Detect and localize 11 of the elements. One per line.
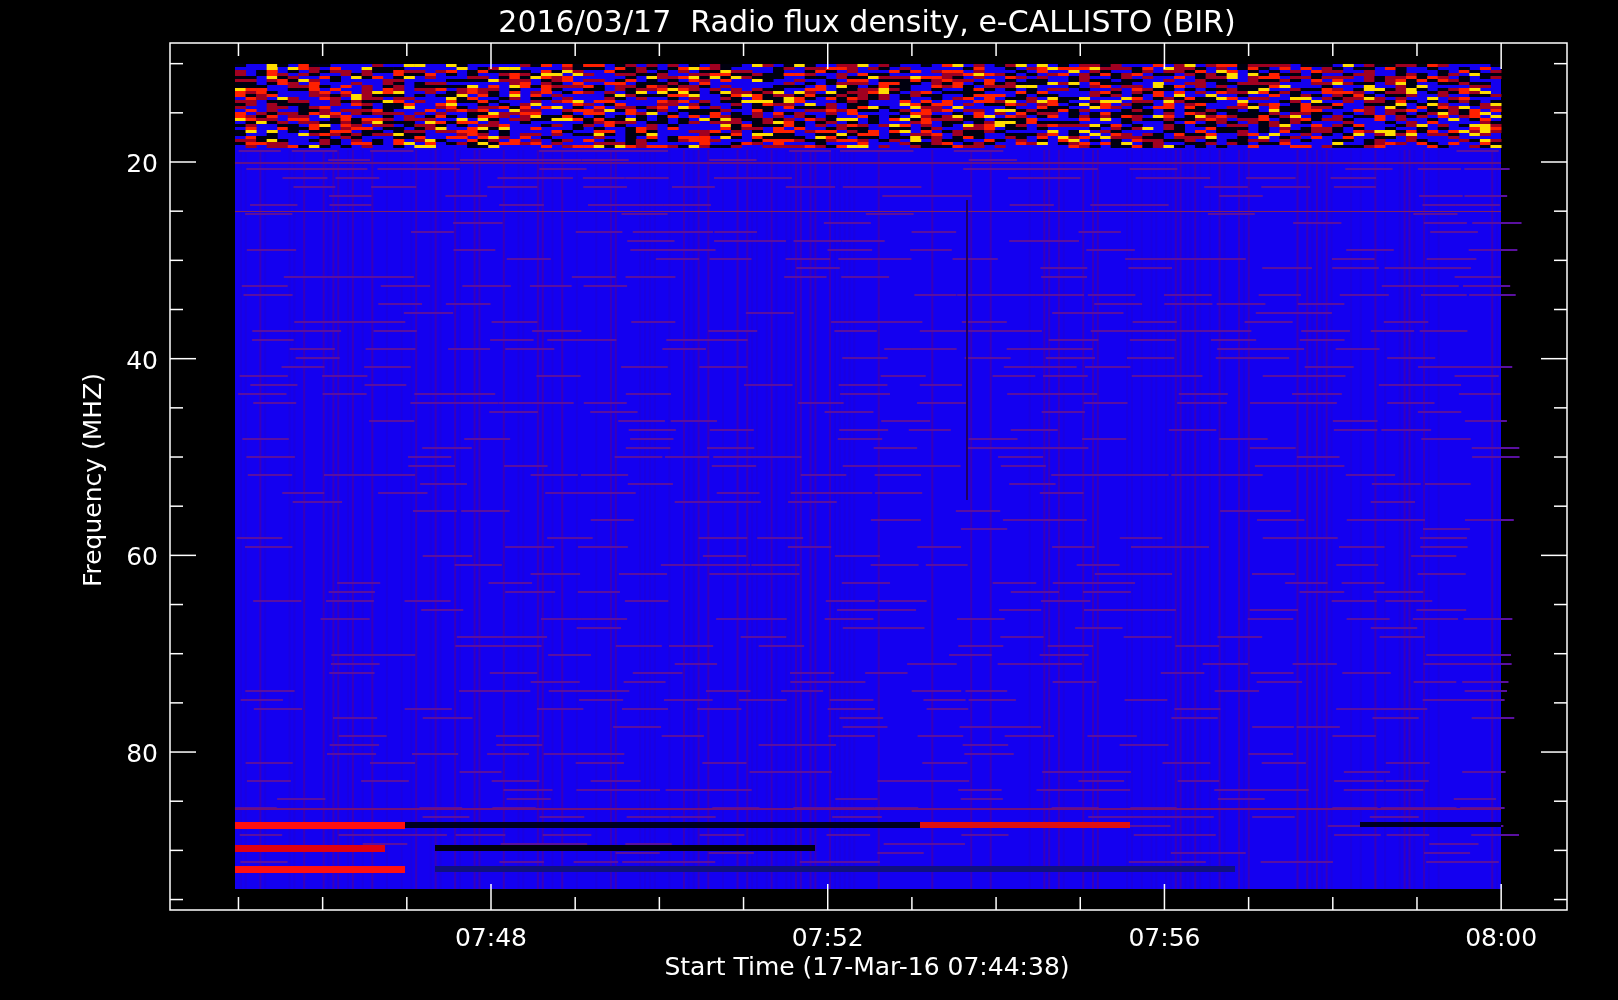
x-tick-label: 08:00 [1465, 923, 1538, 952]
y-tick-label: 40 [126, 345, 158, 375]
x-tick-label: 07:52 [791, 923, 864, 952]
y-axis-label: Frequency (MHZ) [78, 372, 107, 588]
y-tick-label: 20 [126, 149, 158, 178]
x-axis-label: Start Time (17-Mar-16 07:44:38) [664, 952, 1070, 981]
y-tick-label: 80 [126, 739, 158, 769]
x-tick-label: 07:56 [1128, 923, 1201, 952]
y-tick-label: 60 [126, 542, 158, 572]
x-tick-label: 07:48 [455, 923, 527, 952]
plot-title: 2016/03/17 Radio flux density, e-CALLISTO (BIR) [498, 4, 1236, 39]
